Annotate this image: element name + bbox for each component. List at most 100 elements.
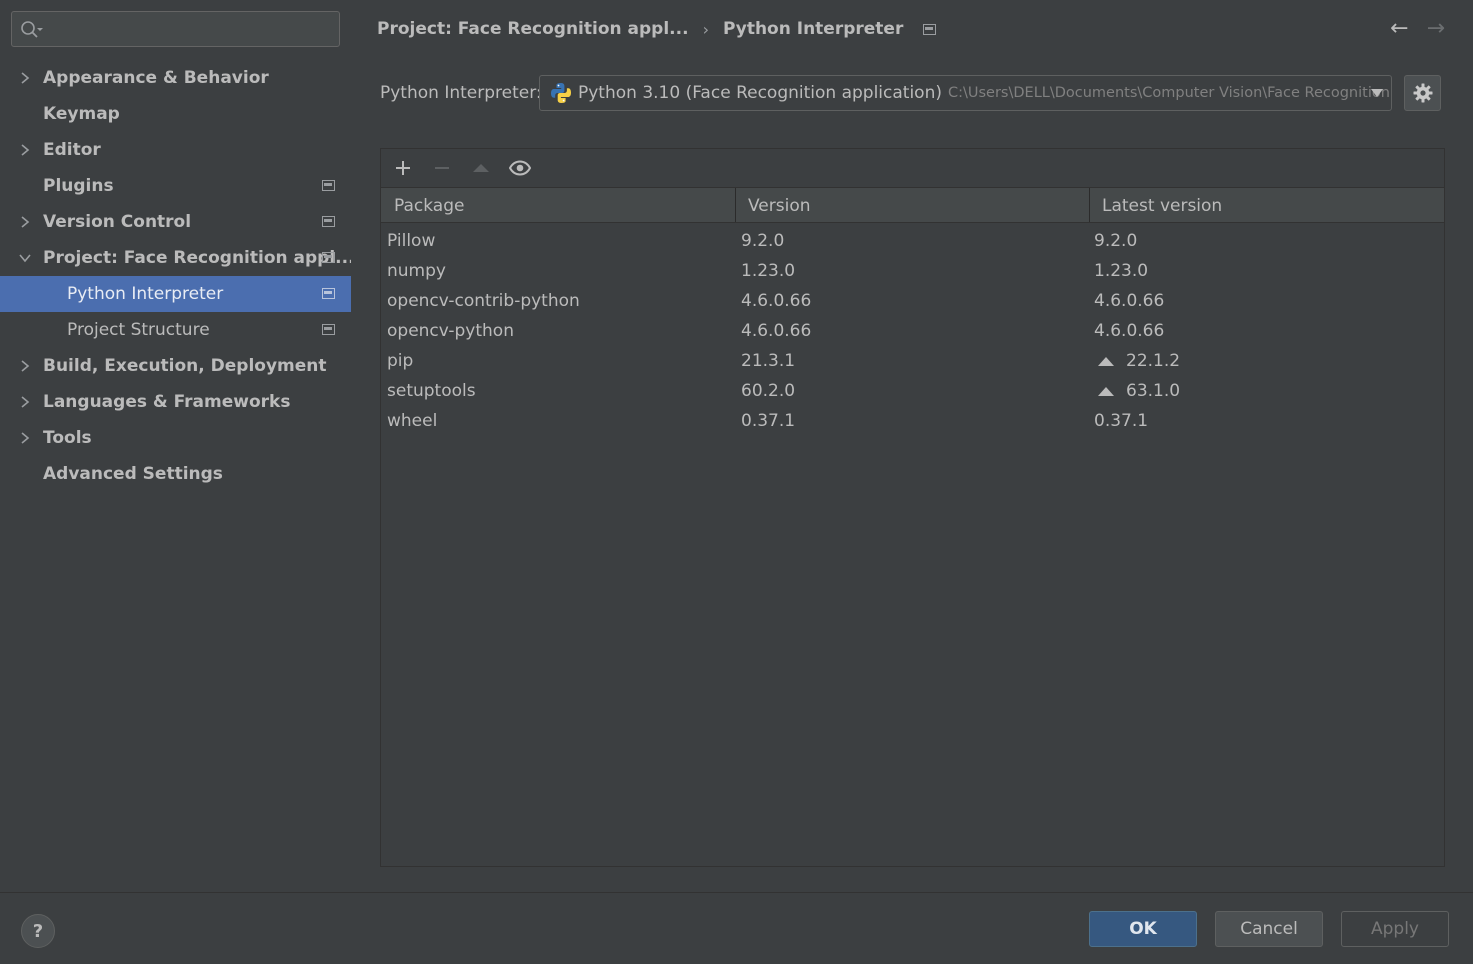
project-scope-icon: [923, 23, 937, 35]
project-scope-icon: [322, 288, 335, 299]
chevron-right-icon[interactable]: [18, 143, 32, 157]
back-arrow-icon[interactable]: ←: [1390, 18, 1408, 40]
column-header-latest-version[interactable]: Latest version: [1090, 188, 1444, 222]
help-button[interactable]: ?: [21, 914, 55, 948]
sidebar-item-editor[interactable]: Editor: [0, 132, 351, 168]
package-name: pip: [387, 351, 414, 371]
table-row[interactable]: numpy 1.23.0 1.23.0: [381, 256, 1444, 286]
minus-icon: [434, 167, 449, 169]
cancel-button[interactable]: Cancel: [1215, 911, 1323, 947]
latest-version: 9.2.0: [1094, 231, 1138, 251]
package-table-header: Package Version Latest version: [381, 187, 1444, 223]
sidebar-item-plugins[interactable]: Plugins: [0, 168, 351, 204]
sidebar-item-label: Languages & Frameworks: [43, 392, 291, 412]
breadcrumb-parent[interactable]: Project: Face Recognition appl...: [377, 19, 689, 39]
settings-content: Project: Face Recognition appl... › Pyth…: [351, 0, 1473, 892]
sidebar-item-label: Build, Execution, Deployment: [43, 356, 327, 376]
project-scope-icon: [322, 324, 335, 335]
latest-version-cell: 4.6.0.66: [1090, 291, 1164, 311]
package-version: 4.6.0.66: [741, 321, 812, 341]
latest-version-cell: 9.2.0: [1090, 231, 1137, 251]
sidebar-item-label: Keymap: [43, 104, 120, 124]
upgrade-package-button[interactable]: [461, 149, 500, 187]
table-row[interactable]: Pillow 9.2.0 9.2.0: [381, 226, 1444, 256]
latest-version: 1.23.0: [1094, 261, 1149, 281]
project-scope-icon: [322, 216, 335, 227]
table-row[interactable]: wheel 0.37.1 0.37.1: [381, 406, 1444, 436]
column-header-package[interactable]: Package: [381, 188, 736, 222]
latest-version: 4.6.0.66: [1094, 291, 1165, 311]
sidebar-item-label: Python Interpreter: [67, 284, 224, 304]
sidebar-item-build-execution-deployment[interactable]: Build, Execution, Deployment: [0, 348, 351, 384]
ok-button[interactable]: OK: [1089, 911, 1197, 947]
interpreter-name: Python 3.10 (Face Recognition applicatio…: [578, 83, 942, 103]
package-version: 60.2.0: [741, 381, 796, 401]
navigation-arrows: ← →: [1390, 18, 1445, 40]
chevron-right-icon[interactable]: [18, 71, 32, 85]
settings-sidebar: Appearance & Behavior Keymap Editor Plug…: [0, 0, 355, 892]
package-name: numpy: [387, 261, 446, 281]
table-row[interactable]: opencv-contrib-python 4.6.0.66 4.6.0.66: [381, 286, 1444, 316]
table-row[interactable]: opencv-python 4.6.0.66 4.6.0.66: [381, 316, 1444, 346]
package-toolbar: [381, 149, 1444, 187]
settings-search-input[interactable]: [48, 16, 333, 42]
sidebar-item-project-structure[interactable]: Project Structure: [0, 312, 351, 348]
package-version: 9.2.0: [741, 231, 785, 251]
latest-version-cell: 63.1.0: [1090, 381, 1180, 401]
package-table-body: Pillow 9.2.0 9.2.0 numpy 1.23.0 1.23.0 o…: [381, 226, 1444, 436]
upgrade-available-icon: [1098, 356, 1114, 366]
latest-version: 63.1.0: [1126, 381, 1181, 401]
dropdown-arrow-icon[interactable]: [1371, 89, 1383, 97]
plus-icon: [395, 161, 410, 175]
latest-version: 0.37.1: [1094, 411, 1149, 431]
show-early-releases-button[interactable]: [500, 149, 539, 187]
interpreter-path: C:\Users\DELL\Documents\Computer Vision\…: [947, 85, 1391, 101]
eye-icon: [508, 160, 531, 176]
package-name: opencv-python: [387, 321, 514, 341]
package-version: 4.6.0.66: [741, 291, 812, 311]
chevron-right-icon[interactable]: [18, 359, 32, 373]
project-scope-icon: [322, 180, 335, 191]
python-interpreter-label: Python Interpreter:: [380, 83, 542, 103]
breadcrumb: Project: Face Recognition appl... › Pyth…: [377, 19, 937, 39]
sidebar-item-label: Project: Face Recognition appl...: [43, 248, 355, 268]
chevron-right-icon[interactable]: [18, 395, 32, 409]
sidebar-item-label: Project Structure: [67, 320, 210, 340]
sidebar-item-tools[interactable]: Tools: [0, 420, 351, 456]
interpreter-settings-button[interactable]: [1404, 75, 1441, 111]
sidebar-item-advanced-settings[interactable]: Advanced Settings: [0, 456, 351, 492]
breadcrumb-current: Python Interpreter: [722, 19, 904, 39]
package-table-panel: Package Version Latest version Pillow 9.…: [380, 148, 1445, 867]
upgrade-arrow-icon: [472, 164, 489, 172]
sidebar-item-keymap[interactable]: Keymap: [0, 96, 351, 132]
sidebar-item-label: Appearance & Behavior: [43, 68, 269, 88]
uninstall-package-button[interactable]: [422, 149, 461, 187]
upgrade-available-icon: [1098, 386, 1114, 396]
chevron-right-icon[interactable]: [18, 431, 32, 445]
chevron-right-icon[interactable]: [18, 215, 32, 229]
settings-search-box[interactable]: [11, 11, 340, 47]
sidebar-item-version-control[interactable]: Version Control: [0, 204, 351, 240]
sidebar-item-project[interactable]: Project: Face Recognition appl...: [0, 240, 355, 276]
forward-arrow-icon[interactable]: →: [1427, 18, 1445, 40]
table-row[interactable]: pip 21.3.1 22.1.2: [381, 346, 1444, 376]
sidebar-item-appearance-behavior[interactable]: Appearance & Behavior: [0, 60, 351, 96]
search-icon: [21, 21, 43, 38]
column-header-version[interactable]: Version: [736, 188, 1090, 222]
package-name: opencv-contrib-python: [387, 291, 580, 311]
sidebar-item-label: Version Control: [43, 212, 192, 232]
package-name: wheel: [387, 411, 438, 431]
install-package-button[interactable]: [383, 149, 422, 187]
table-row[interactable]: setuptools 60.2.0 63.1.0: [381, 376, 1444, 406]
dialog-footer: ? OK Cancel Apply: [0, 892, 1473, 964]
sidebar-item-label: Plugins: [43, 176, 114, 196]
python-interpreter-select[interactable]: Python 3.10 (Face Recognition applicatio…: [539, 75, 1392, 111]
sidebar-item-languages-frameworks[interactable]: Languages & Frameworks: [0, 384, 351, 420]
apply-button[interactable]: Apply: [1341, 911, 1449, 947]
package-name: setuptools: [387, 381, 476, 401]
chevron-down-icon[interactable]: [18, 251, 32, 265]
latest-version-cell: 1.23.0: [1090, 261, 1148, 281]
package-version: 21.3.1: [741, 351, 796, 371]
sidebar-item-python-interpreter[interactable]: Python Interpreter: [0, 276, 351, 312]
breadcrumb-separator-icon: ›: [702, 19, 709, 39]
